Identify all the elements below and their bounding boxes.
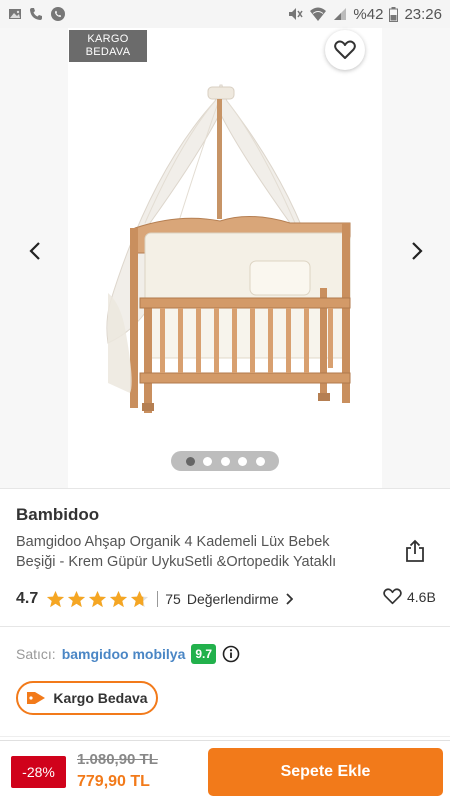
gallery-next-button[interactable] [402, 236, 432, 266]
add-to-cart-button[interactable]: Sepete Ekle [208, 748, 443, 796]
info-icon[interactable] [222, 645, 240, 663]
separator [157, 591, 159, 607]
star-icon [110, 590, 128, 607]
status-bar-left [8, 6, 66, 22]
chevron-right-icon [286, 593, 293, 605]
badge-line-1: KARGO [87, 33, 129, 45]
chip-label: Kargo Bedava [53, 690, 148, 706]
free-shipping-chip[interactable]: Kargo Bedava [16, 681, 158, 715]
battery-icon [389, 6, 399, 22]
likes-count: 4.6B [407, 588, 436, 605]
pagination-dot[interactable] [255, 456, 265, 466]
product-image[interactable] [90, 83, 360, 423]
star-icon [68, 590, 86, 607]
phone-icon [28, 6, 44, 22]
divider [0, 626, 450, 627]
seller-label: Satıcı: [16, 646, 56, 662]
rating-value: 4.7 [16, 590, 39, 607]
divider [0, 736, 450, 737]
seller-name-link[interactable]: bamgidoo mobilya [62, 646, 186, 662]
badge-line-2: BEDAVA [85, 46, 131, 58]
mute-icon [287, 6, 304, 22]
discount-badge: -28% [11, 756, 66, 788]
battery-percent: %42 [353, 5, 384, 23]
chevron-left-icon [29, 242, 40, 260]
share-button[interactable] [402, 538, 428, 564]
chevron-right-icon [412, 242, 423, 260]
product-title: Bamgidoo Ahşap Organik 4 Kademeli Lüx Be… [16, 534, 337, 570]
pagination-dot[interactable] [185, 456, 195, 466]
gallery-pagination[interactable] [171, 451, 279, 471]
review-label: Değerlendirme [186, 591, 279, 607]
bottom-purchase-bar: -28% 1.080,90 TL 779,90 TL Sepete Ekle [0, 740, 450, 800]
pagination-dot[interactable] [238, 456, 247, 466]
seller-score-badge: 9.7 [191, 644, 217, 664]
gallery-prev-button[interactable] [20, 236, 50, 266]
star-icon [47, 590, 65, 607]
favorite-button[interactable] [325, 30, 365, 70]
seller-row: Satıcı: bamgidoo mobilya 9.7 [16, 643, 240, 665]
share-icon [406, 539, 424, 562]
likes-button[interactable]: 4.6B [383, 588, 436, 605]
product-brand[interactable]: Bambidoo [16, 505, 99, 525]
review-count: 75 [165, 591, 181, 607]
star-icon [89, 590, 107, 607]
reviews-link[interactable]: 75 Değerlendirme [165, 591, 293, 607]
rating-row: 4.7 75 Değerlendirme [16, 588, 436, 610]
free-shipping-badge: KARGO BEDAVA [69, 30, 147, 62]
gallery-icon [8, 7, 22, 21]
star-rating [46, 590, 149, 609]
heart-icon [383, 588, 402, 605]
status-bar: %42 23:26 [0, 0, 450, 28]
status-bar-right: %42 23:26 [287, 6, 442, 23]
wifi-icon [309, 6, 327, 22]
signal-icon [333, 7, 347, 21]
star-icon [131, 590, 149, 607]
old-price: 1.080,90 TL [77, 751, 158, 768]
divider [0, 488, 450, 489]
whatsapp-icon [50, 6, 66, 22]
current-price: 779,90 TL [77, 773, 150, 790]
heart-icon [334, 40, 356, 59]
pagination-dot[interactable] [220, 456, 230, 466]
tag-icon [27, 692, 46, 704]
pagination-dot[interactable] [203, 456, 212, 466]
product-gallery[interactable]: KARGO BEDAVA [0, 28, 450, 488]
clock: 23:26 [404, 5, 442, 23]
